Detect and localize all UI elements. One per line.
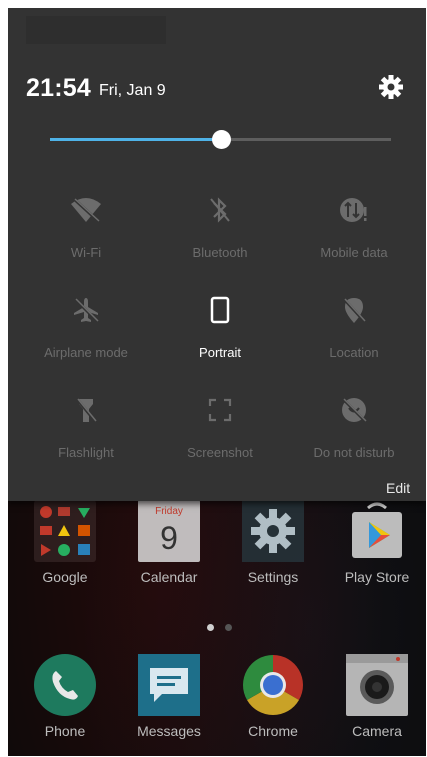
brightness-thumb[interactable]: [212, 130, 231, 149]
chrome-icon: [242, 654, 304, 716]
page-indicator: [207, 624, 237, 632]
google-folder-icon: [34, 500, 96, 562]
tile-label: Do not disturb: [313, 445, 395, 460]
wifi-off-icon: [66, 190, 106, 230]
app-calendar[interactable]: Friday 9 Calendar: [119, 500, 219, 590]
app-settings[interactable]: Settings: [223, 500, 323, 590]
brightness-fill: [50, 138, 221, 141]
app-label: Chrome: [248, 723, 298, 739]
bluetooth-off-icon: [200, 190, 240, 230]
tile-mobile-data[interactable]: Mobile data: [289, 188, 419, 278]
page-dot: [225, 624, 232, 631]
tile-label: Portrait: [199, 345, 241, 360]
quick-settings-panel: 21:54 Fri, Jan 9 Wi-Fi Bluetooth Mobile …: [8, 8, 426, 501]
tile-screenshot[interactable]: Screenshot: [155, 388, 285, 478]
play-store-icon: [346, 500, 408, 562]
dock-phone[interactable]: Phone: [15, 654, 115, 744]
phone-icon: [34, 654, 96, 716]
clock-date[interactable]: Fri, Jan 9: [99, 82, 166, 100]
tile-airplane-mode[interactable]: Airplane mode: [21, 288, 151, 378]
mobile-data-icon: [334, 190, 374, 230]
calendar-day-name: Friday: [155, 506, 183, 517]
tile-label: Wi-Fi: [70, 245, 102, 260]
location-off-icon: [334, 290, 374, 330]
page-dot-active: [207, 624, 214, 631]
dock-chrome[interactable]: Chrome: [223, 654, 323, 744]
app-google-folder[interactable]: Google: [15, 500, 115, 590]
app-label: Phone: [44, 723, 86, 739]
app-play-store[interactable]: Play Store: [327, 500, 426, 590]
app-label: Camera: [352, 723, 402, 739]
gear-icon: [379, 75, 403, 99]
tile-do-not-disturb[interactable]: Do not disturb: [289, 388, 419, 478]
app-label: Messages: [137, 723, 201, 739]
calendar-day-number: 9: [160, 520, 178, 556]
tile-label: Airplane mode: [44, 345, 128, 360]
portrait-phone-icon: [200, 290, 240, 330]
edit-button[interactable]: Edit: [386, 480, 410, 496]
tile-flashlight[interactable]: Flashlight: [21, 388, 151, 478]
flashlight-off-icon: [66, 390, 106, 430]
messages-icon: [138, 654, 200, 716]
settings-button[interactable]: [376, 72, 406, 102]
calendar-icon: Friday 9: [138, 500, 200, 562]
tile-label: Mobile data: [320, 245, 388, 260]
camera-icon: [346, 654, 408, 716]
dock-messages[interactable]: Messages: [119, 654, 219, 744]
app-label: Calendar: [140, 569, 198, 585]
phone-screen: Google Friday 9 Calendar Settings Play S…: [8, 8, 426, 756]
clock-time: 21:54: [26, 74, 91, 102]
tile-label: Bluetooth: [192, 245, 248, 260]
tile-bluetooth[interactable]: Bluetooth: [155, 188, 285, 278]
settings-app-icon: [242, 500, 304, 562]
tile-portrait[interactable]: Portrait: [155, 288, 285, 378]
do-not-disturb-icon: [334, 390, 374, 430]
tile-location[interactable]: Location: [289, 288, 419, 378]
app-label: Play Store: [344, 569, 410, 585]
tile-label: Flashlight: [58, 445, 114, 460]
tile-wifi[interactable]: Wi-Fi: [21, 188, 151, 278]
tile-label: Location: [329, 345, 379, 360]
dock-camera[interactable]: Camera: [327, 654, 426, 744]
airplane-icon: [66, 290, 106, 330]
screenshot-icon: [200, 390, 240, 430]
app-label: Google: [42, 569, 88, 585]
brightness-slider[interactable]: [50, 129, 391, 151]
status-bar-area: [26, 16, 166, 44]
tile-label: Screenshot: [187, 445, 253, 460]
app-label: Settings: [247, 569, 299, 585]
